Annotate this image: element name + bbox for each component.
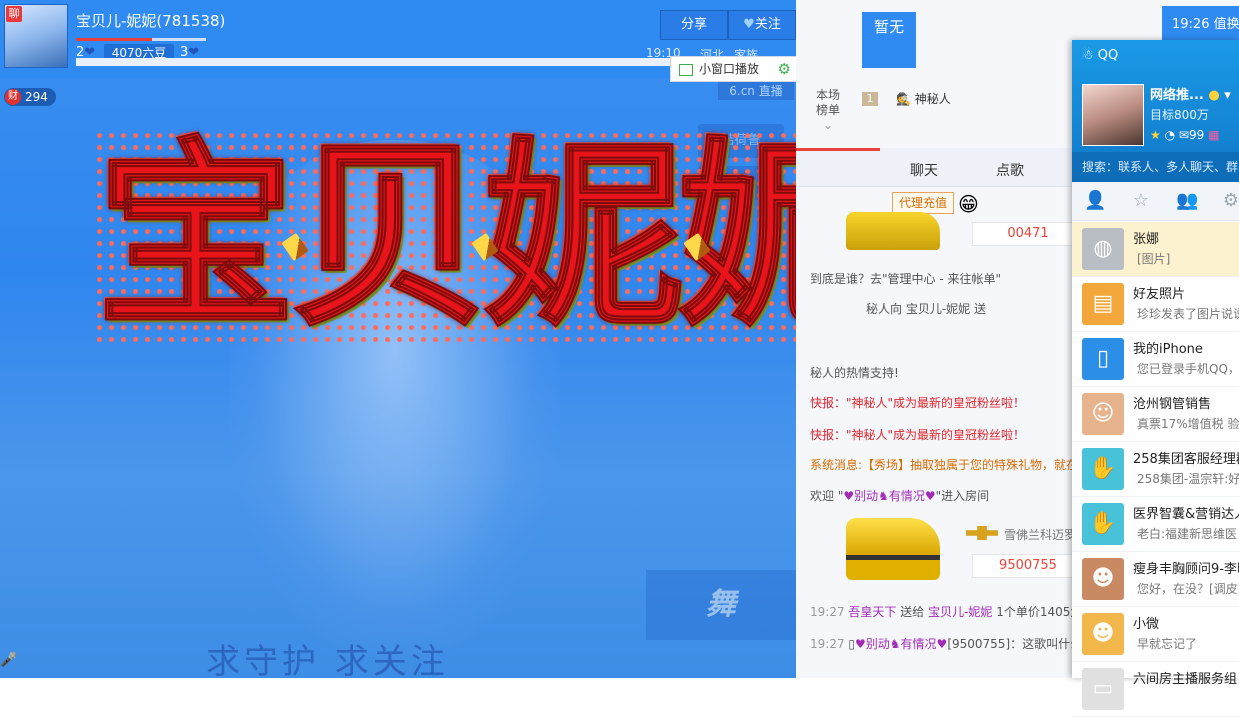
rank-user[interactable]: 🕵 神秘人 <box>896 90 951 107</box>
car-image <box>846 212 940 250</box>
slogan: 求守护 求关注 <box>206 642 449 682</box>
none-box: 暂无 <box>862 12 916 68</box>
site-tag: 6.cn 直播 <box>718 82 794 100</box>
contact-avatar-icon: ✋ <box>1082 503 1124 545</box>
contact-name: 沧州钢管销售 <box>1133 397 1212 412</box>
contact-last-message: 258集团-温宗轩:好 <box>1137 472 1239 486</box>
contact-avatar-icon: ☻ <box>1082 558 1124 600</box>
contact-avatar-icon: ▤ <box>1082 283 1124 325</box>
mystery-user-icon: 🕵 <box>896 92 911 106</box>
heart-icon: ♥ <box>743 17 755 32</box>
news-line: 快报："神秘人"成为最新的皇冠粉丝啦！ <box>810 396 1026 410</box>
contact-last-message: 您已登录手机QQ，可 <box>1137 362 1239 376</box>
groups-tab-icon[interactable]: 👥 <box>1176 190 1198 212</box>
welcome-line: 欢迎 "♥别动♞有情况♥"进入房间 <box>810 489 990 503</box>
star-icon: ★ <box>1150 128 1161 142</box>
contact-avatar-icon: ☺ <box>1082 393 1124 435</box>
wealth-icon: 财 <box>5 89 21 105</box>
qq-signature[interactable]: 目标800万 <box>1150 106 1209 123</box>
level-progress-rest <box>152 38 206 41</box>
grin-emoji-icon: 😁 <box>958 192 979 216</box>
mic-icon[interactable]: 🎤 <box>0 652 18 678</box>
car-number: 00471 <box>972 222 1084 246</box>
tab-active-indicator <box>796 148 880 151</box>
level-progress-fill <box>76 38 152 41</box>
contact-last-message: 珍珍发表了图片说说 <box>1137 307 1239 321</box>
mini-window-button[interactable]: 小窗口播放 ⚙ <box>670 56 798 82</box>
contact-name: 好友照片 <box>1133 287 1186 302</box>
chat-badge[interactable]: 聊 <box>6 6 22 22</box>
wealth-badge: 财 294 <box>4 88 56 106</box>
contact-name: 我的iPhone <box>1133 342 1203 357</box>
agent-recharge-button[interactable]: 代理充值 <box>892 192 955 214</box>
chat-line: 秘人的热情支持! <box>810 366 899 380</box>
contact-name: 医界智囊&营销达人 <box>1133 507 1239 522</box>
rank-label[interactable]: 本场 榜单 ⌄ <box>812 88 844 133</box>
camaro-car-image <box>846 518 940 580</box>
contact-name: 张娜 <box>1133 232 1160 247</box>
show-logo: 舞 <box>646 570 796 640</box>
anchor-name[interactable]: 宝贝儿-妮妮(781538) <box>76 10 225 31</box>
chat-line: 秘人向 宝贝儿-妮妮 送 <box>866 302 986 316</box>
chevron-down-icon: ▾ <box>1224 88 1231 103</box>
contacts-tab-icon[interactable]: 👤 <box>1084 190 1106 212</box>
news-line: 快报："神秘人"成为最新的皇冠粉丝啦！ <box>810 428 1026 442</box>
mail-icon[interactable]: ✉ <box>1179 128 1189 142</box>
settings-tab-icon[interactable]: ⚙ <box>1220 190 1239 212</box>
contact-avatar-icon: ☻ <box>1082 613 1124 655</box>
tab-chat[interactable]: 聊天 <box>910 160 938 180</box>
qq-nickname[interactable]: 网络推... ● ▾ <box>1150 84 1231 103</box>
qq-status-icons: ★ ◔ ✉99 ▦ <box>1150 128 1220 142</box>
clock: 19:26 值换 <box>1162 6 1239 44</box>
app-icon[interactable]: ▦ <box>1208 128 1219 142</box>
system-message: 系统消息:【秀场】抽取独属于您的特殊礼物，就在 <box>810 458 1079 472</box>
follow-button[interactable]: ♥关注 <box>728 10 796 40</box>
chat-line: 19:27 ▯♥别动♞有情况♥[9500755]：这歌叫什么 <box>810 637 1083 651</box>
qq-penguin-icon: ☃ <box>1082 48 1094 63</box>
qq-search-box[interactable]: 搜索：联系人、多人聊天、群 <box>1072 152 1239 182</box>
contact-avatar-icon: ▭ <box>1082 668 1124 710</box>
car-number: 9500755 <box>972 554 1084 578</box>
contact-avatar-icon: ▯ <box>1082 338 1124 380</box>
gift-line: 19:27 吾皇天下 送给 宝贝儿-妮妮 1个单价1405六 <box>810 605 1083 619</box>
tab-song[interactable]: 点歌 <box>996 160 1024 180</box>
contact-last-message: 早就忘记了 <box>1137 637 1198 651</box>
zone-icon: ◔ <box>1164 128 1176 142</box>
contact-name: 258集团客服经理群 <box>1133 452 1239 467</box>
contact-last-message: [图片] <box>1137 252 1171 266</box>
share-button[interactable]: 分享 <box>660 10 728 40</box>
contact-name: 小微 <box>1133 617 1160 632</box>
contact-avatar-icon: ✋ <box>1082 448 1124 490</box>
chevron-down-icon: ⌄ <box>822 118 834 132</box>
qq-title: ☃ QQ <box>1082 48 1119 63</box>
qq-avatar[interactable] <box>1082 84 1144 146</box>
contact-avatar-icon: ◍ <box>1082 228 1124 270</box>
chat-line: 到底是谁？去"管理中心 - 来往帐单" <box>810 272 1001 286</box>
tv-icon <box>679 63 693 76</box>
contact-last-message: 您好，在没？[调皮] <box>1137 582 1239 596</box>
contact-name: 瘦身丰胸顾问9-李晓 <box>1133 562 1239 577</box>
contact-last-message: 老白:福建新思维医 <box>1137 527 1238 541</box>
gear-icon[interactable]: ⚙ <box>778 57 791 81</box>
contact-last-message: 真票17%增值税 验 <box>1137 417 1239 431</box>
car-brand: 雪佛兰科迈罗 <box>1004 528 1077 542</box>
status-icon: ● <box>1208 88 1220 103</box>
favorites-tab-icon[interactable]: ☆ <box>1130 190 1152 212</box>
rank-number: 1 <box>862 92 878 106</box>
